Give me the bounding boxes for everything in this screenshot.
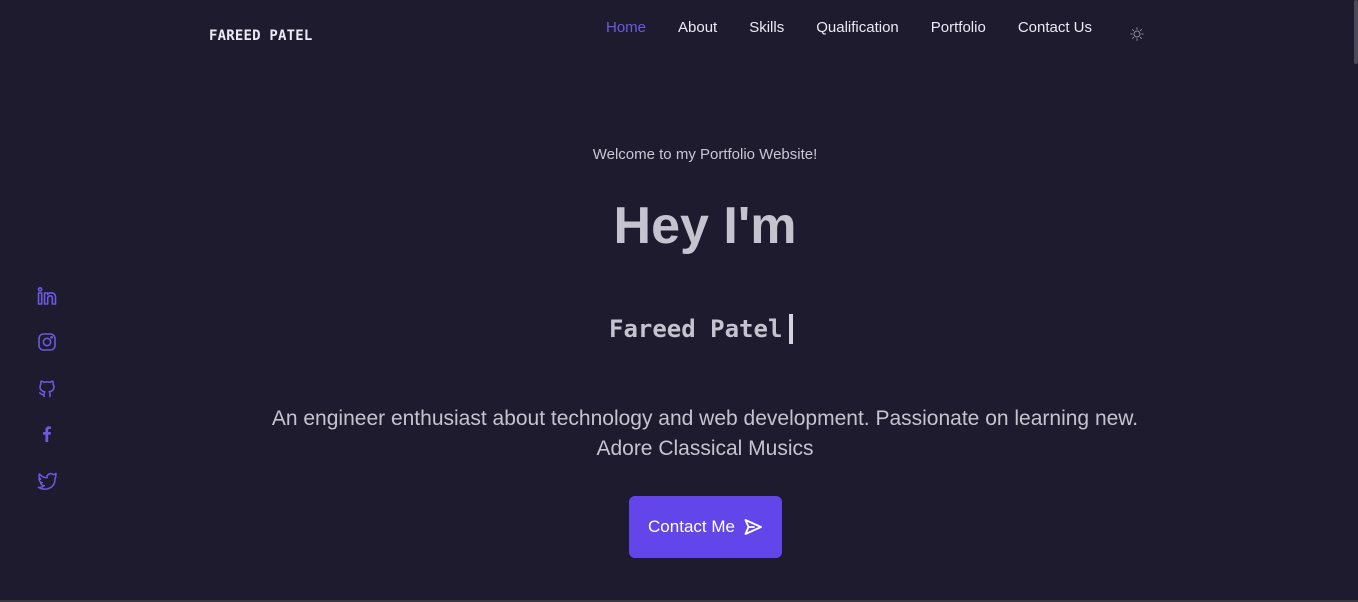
welcome-text: Welcome to my Portfolio Website! (592, 146, 818, 163)
contact-me-button[interactable]: Contact Me (629, 496, 782, 558)
nav-portfolio[interactable]: Portfolio (931, 19, 986, 37)
main-nav: Home About Skills Qualification Portfoli… (606, 19, 1124, 37)
hero-greeting: Hey I'm (613, 197, 797, 255)
instagram-icon[interactable] (37, 332, 57, 352)
nav-skills[interactable]: Skills (749, 19, 784, 37)
nav-contact-us[interactable]: Contact Us (1018, 19, 1092, 37)
page: FAREED PATEL Home About Skills Qualifica… (0, 0, 1358, 602)
nav-home[interactable]: Home (606, 19, 646, 37)
scrollbar[interactable] (1354, 0, 1358, 600)
github-icon[interactable] (37, 378, 57, 398)
typing-cursor (789, 314, 794, 344)
social-links (37, 286, 57, 516)
send-icon (743, 517, 763, 537)
scrollbar-thumb[interactable] (1354, 0, 1358, 64)
facebook-icon[interactable] (37, 424, 57, 444)
sun-icon[interactable] (1130, 26, 1144, 41)
typed-name-container: Fareed Patel (609, 314, 794, 344)
twitter-icon[interactable] (37, 470, 57, 490)
contact-me-label: Contact Me (648, 517, 735, 536)
typed-name: Fareed Patel (609, 315, 783, 343)
site-logo[interactable]: FAREED PATEL (209, 28, 313, 44)
linkedin-icon[interactable] (37, 286, 57, 306)
nav-qualification[interactable]: Qualification (816, 19, 899, 37)
hero-description: An engineer enthusiast about technology … (271, 407, 1139, 460)
nav-about[interactable]: About (678, 19, 717, 37)
